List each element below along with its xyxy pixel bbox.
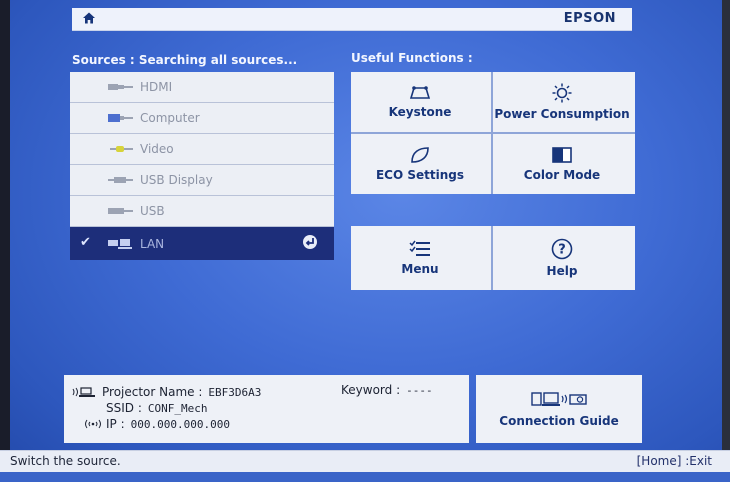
ip-label: IP : (106, 417, 125, 431)
svg-text:?: ? (558, 243, 566, 258)
help-circle-icon: ? (551, 238, 573, 260)
keyword-value: ---- (406, 383, 433, 397)
connection-guide-button[interactable]: Connection Guide (476, 375, 642, 443)
video-port-icon (106, 143, 136, 155)
ssid-value: CONF_Mech (147, 401, 208, 415)
color-mode-tile[interactable]: Color Mode (493, 134, 631, 194)
leaf-icon (411, 147, 429, 163)
connection-guide-label: Connection Guide (499, 414, 619, 428)
tile-label: ECO Settings (375, 168, 465, 182)
source-label: USB Display (140, 173, 213, 187)
lan-icon (106, 238, 136, 250)
sources-title: Sources : Searching all sources... (72, 53, 298, 67)
source-label: HDMI (140, 80, 173, 94)
footer-shortcut: [Home] :Exit (636, 454, 712, 468)
menu-tile[interactable]: Menu (351, 228, 489, 288)
source-item-hdmi[interactable]: HDMI (70, 72, 334, 103)
source-item-usb-display[interactable]: USB Display (70, 165, 334, 196)
functions-grid: Keystone Power Consumption ECO Settings … (351, 72, 635, 194)
source-item-computer[interactable]: Computer (70, 103, 334, 134)
wireless-lan-icon (72, 387, 95, 397)
tile-label: Menu (401, 262, 439, 276)
ip-value: 000.000.000.000 (130, 417, 230, 431)
screen-frame-right (722, 0, 730, 482)
eco-settings-tile[interactable]: ECO Settings (351, 134, 489, 194)
wireless-signal-icon (85, 419, 101, 429)
source-item-lan[interactable]: ✔ LAN (70, 227, 334, 260)
connection-guide-icon (531, 392, 587, 406)
tile-label: Keystone (388, 105, 452, 119)
source-item-usb[interactable]: USB (70, 196, 334, 227)
power-consumption-tile[interactable]: Power Consumption (493, 72, 631, 132)
projector-name-value: EBF3D6A3 (208, 385, 262, 399)
color-mode-icon (552, 147, 572, 163)
enter-icon (303, 235, 317, 249)
source-label: LAN (140, 236, 165, 251)
keystone-tile[interactable]: Keystone (351, 72, 489, 132)
source-label: Computer (140, 111, 200, 125)
brand-logo: EPSON (563, 11, 616, 26)
keyword-label: Keyword : (341, 383, 401, 397)
menu-list-icon (409, 240, 430, 256)
computer-port-icon (106, 112, 136, 124)
functions-grid-bottom: Menu ? Help (351, 226, 635, 290)
projector-name-label: Projector Name : (102, 385, 203, 399)
tile-label: Color Mode (523, 168, 601, 182)
source-label: USB (140, 204, 165, 218)
network-info-panel: Projector Name : EBF3D6A3 SSID : CONF_Me… (64, 375, 469, 443)
tile-label: Help (546, 264, 578, 278)
tile-label: Power Consumption (494, 107, 630, 121)
hdmi-icon (106, 81, 136, 93)
usb-display-icon (106, 174, 136, 186)
grid-divider (491, 226, 493, 290)
ssid-label: SSID : (106, 401, 142, 415)
help-tile[interactable]: ? Help (493, 228, 631, 288)
source-label: Video (140, 142, 174, 156)
footer-bar: Switch the source. [Home] :Exit (0, 450, 730, 473)
home-icon[interactable] (82, 11, 96, 25)
header-bar: EPSON (72, 8, 632, 31)
sun-icon (552, 83, 572, 103)
checkmark-icon: ✔ (80, 235, 91, 250)
footer-hint: Switch the source. (10, 454, 121, 468)
screen-bottom-edge (0, 472, 730, 482)
usb-icon (106, 205, 136, 217)
source-item-video[interactable]: Video (70, 134, 334, 165)
grid-divider (351, 132, 635, 134)
sources-list: HDMI Computer Video USB Display USB ✔ LA… (70, 72, 334, 260)
keystone-icon (409, 86, 431, 99)
functions-title: Useful Functions : (351, 51, 473, 65)
screen-frame-left (0, 0, 10, 482)
